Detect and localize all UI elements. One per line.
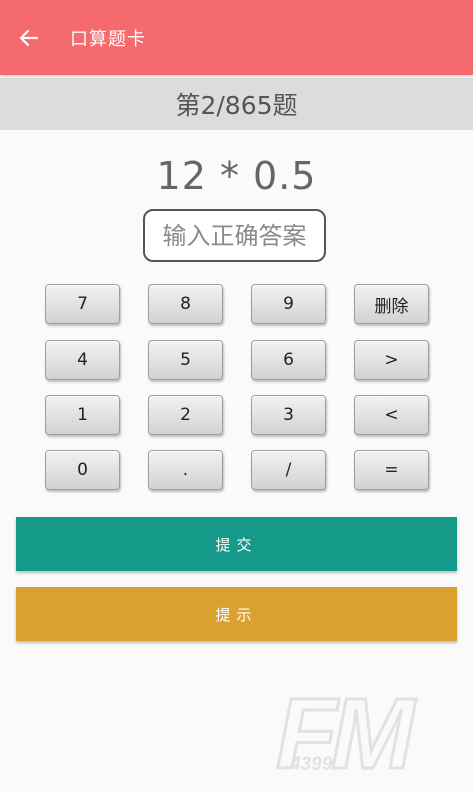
- key-decimal[interactable]: .: [148, 450, 223, 490]
- submit-button-label: 提交: [215, 535, 258, 554]
- watermark-logo: FM 4399: [275, 680, 425, 780]
- app-bar: 口算题卡: [0, 0, 473, 75]
- key-0[interactable]: 0: [45, 450, 120, 490]
- question-progress-label: 第2/865题: [175, 91, 298, 120]
- watermark-sub: 4399: [289, 754, 333, 775]
- key-8[interactable]: 8: [148, 284, 223, 324]
- key-4[interactable]: 4: [45, 340, 120, 380]
- hint-button[interactable]: 提示: [16, 587, 457, 641]
- key-9[interactable]: 9: [251, 284, 326, 324]
- key-2[interactable]: 2: [148, 395, 223, 435]
- key-greater-than[interactable]: >: [354, 340, 429, 380]
- hint-button-label: 提示: [215, 605, 258, 624]
- key-delete[interactable]: 删除: [354, 284, 429, 324]
- back-button[interactable]: [16, 25, 42, 51]
- answer-input[interactable]: [143, 209, 326, 262]
- key-less-than[interactable]: <: [354, 395, 429, 435]
- arrow-left-icon: [19, 29, 39, 46]
- key-divide[interactable]: /: [251, 450, 326, 490]
- key-equals[interactable]: =: [354, 450, 429, 490]
- key-1[interactable]: 1: [45, 395, 120, 435]
- key-3[interactable]: 3: [251, 395, 326, 435]
- question-progress: 第2/865题: [0, 78, 473, 130]
- submit-button[interactable]: 提交: [16, 517, 457, 571]
- key-5[interactable]: 5: [148, 340, 223, 380]
- app-title: 口算题卡: [70, 28, 146, 50]
- key-6[interactable]: 6: [251, 340, 326, 380]
- key-7[interactable]: 7: [45, 284, 120, 324]
- question-expression: 12 * 0.5: [156, 154, 317, 198]
